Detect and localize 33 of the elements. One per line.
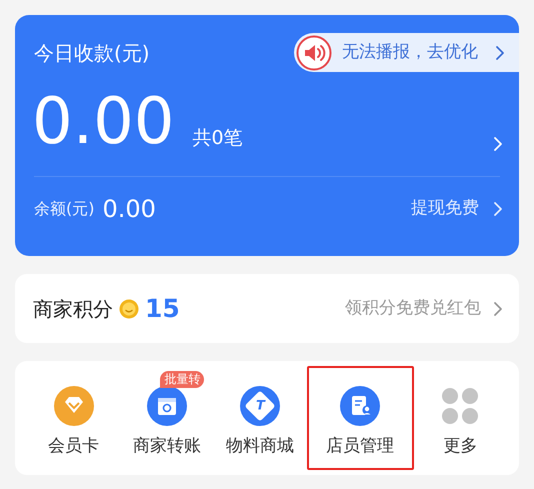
shortcut-label: 会员卡 bbox=[48, 435, 100, 458]
speaker-icon bbox=[296, 34, 332, 70]
card-title: 今日收款(元) bbox=[34, 40, 150, 66]
notice-text: 无法播报，去优化 bbox=[342, 40, 478, 64]
points-card[interactable]: 商家积分 15 领积分免费兑红包 bbox=[15, 274, 519, 343]
chevron-icon bbox=[495, 44, 505, 60]
shop-icon bbox=[146, 386, 187, 426]
chevron-icon bbox=[493, 201, 503, 217]
shortcut-label: 商家转账 bbox=[132, 435, 201, 458]
shortcut-item[interactable]: 会员卡 bbox=[27, 366, 120, 470]
amount-value: 0.00 bbox=[32, 90, 174, 154]
promo-badge: 批量转 bbox=[160, 371, 204, 388]
points-label: 商家积分 bbox=[33, 296, 113, 322]
balance-label: 余额(元) bbox=[34, 198, 94, 220]
chevron-icon bbox=[493, 136, 503, 152]
shortcut-label: 物料商城 bbox=[226, 435, 294, 458]
transaction-count: 共0笔 bbox=[192, 126, 243, 150]
more-icon bbox=[441, 387, 480, 425]
points-promo: 领积分免费兑红包 bbox=[345, 296, 481, 320]
staff-icon bbox=[340, 386, 380, 426]
chevron-icon bbox=[493, 300, 503, 316]
shortcut-item[interactable]: 批量转 商家转账 bbox=[120, 366, 214, 470]
points-value: 15 bbox=[145, 292, 180, 325]
badge-icon: T bbox=[240, 386, 280, 426]
shortcut-item[interactable]: 更多 bbox=[414, 366, 507, 470]
shortcut-label: 店员管理 bbox=[326, 435, 394, 458]
coin-icon bbox=[119, 298, 139, 318]
shortcut-item[interactable]: T 物料商城 bbox=[214, 366, 307, 470]
balance-value: 0.00 bbox=[102, 194, 156, 225]
shortcut-item[interactable]: 店员管理 bbox=[306, 366, 414, 470]
amount-row[interactable]: 0.00 共0笔 bbox=[15, 84, 519, 154]
notice-banner[interactable]: 无法播报，去优化 bbox=[294, 33, 519, 72]
shortcut-label: 更多 bbox=[443, 435, 478, 458]
